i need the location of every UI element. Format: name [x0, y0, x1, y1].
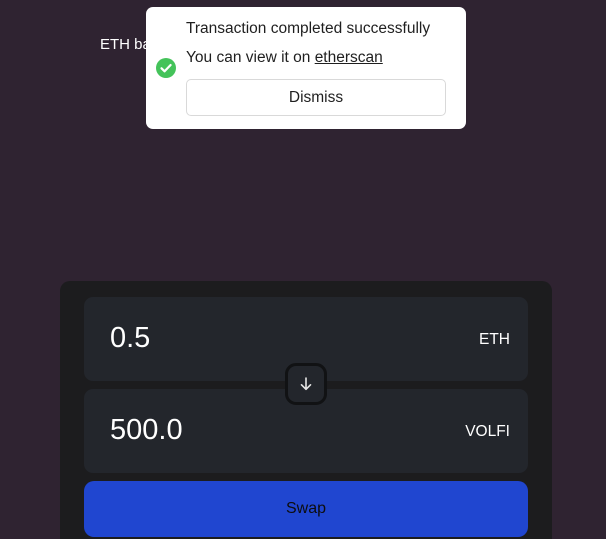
arrow-down-icon — [300, 377, 312, 391]
dismiss-button[interactable]: Dismiss — [186, 79, 446, 116]
from-amount-input[interactable]: 0.5 — [110, 322, 150, 355]
to-amount-input[interactable]: 500.0 — [110, 414, 183, 447]
swap-panel: 0.5 ETH 500.0 VOLFI Swap — [60, 281, 552, 539]
swap-button[interactable]: Swap — [84, 481, 528, 537]
toast-message: You can view it on etherscan — [186, 49, 383, 67]
page: ETH balance: 0.12 Transaction completed … — [0, 0, 606, 539]
etherscan-link[interactable]: etherscan — [315, 49, 383, 66]
check-circle-icon — [156, 58, 176, 78]
transaction-toast: Transaction completed successfully You c… — [146, 7, 466, 129]
toast-title: Transaction completed successfully — [186, 20, 431, 37]
toast-message-text: You can view it on — [186, 49, 315, 66]
switch-direction-button[interactable] — [285, 363, 327, 405]
to-token-label: VOLFI — [465, 423, 510, 440]
from-token-label: ETH — [479, 331, 510, 348]
